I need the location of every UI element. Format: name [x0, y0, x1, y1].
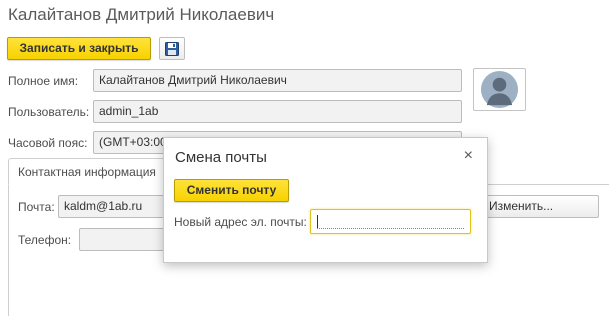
page-title: Калайтанов Дмитрий Николаевич	[8, 5, 275, 24]
user-silhouette-icon	[480, 70, 519, 109]
user-form-window: Калайтанов Дмитрий Николаевич Записать и…	[0, 0, 609, 316]
tab-contact-info[interactable]: Контактная информация	[8, 158, 168, 185]
user-field[interactable]: admin_1ab	[93, 100, 462, 123]
dialog-title: Смена почты	[175, 149, 267, 166]
avatar[interactable]	[473, 68, 526, 111]
full-name-label: Полное имя:	[8, 74, 79, 88]
phone-label: Телефон:	[18, 233, 72, 247]
full-name-field[interactable]: Калайтанов Дмитрий Николаевич	[93, 69, 462, 92]
panel-border	[8, 184, 9, 316]
new-email-label: Новый адрес эл. почты:	[174, 215, 307, 229]
save-button[interactable]	[159, 37, 185, 60]
timezone-label: Часовой пояс:	[8, 136, 88, 150]
phone-field[interactable]	[79, 228, 170, 251]
close-icon[interactable]: ×	[464, 147, 473, 165]
input-underline	[317, 228, 464, 229]
floppy-disk-icon	[165, 42, 179, 56]
save-and-close-button[interactable]: Записать и закрыть	[7, 37, 151, 60]
email-label: Почта:	[18, 200, 55, 214]
user-label: Пользователь:	[8, 105, 90, 119]
text-caret	[317, 215, 318, 229]
email-field[interactable]: kaldm@1ab.ru	[58, 195, 170, 218]
change-email-submit-button[interactable]: Сменить почту	[174, 179, 289, 202]
change-email-dialog: Смена почты × Сменить почту Новый адрес …	[163, 137, 488, 263]
change-email-button[interactable]: Изменить...	[482, 195, 599, 218]
new-email-input[interactable]	[310, 209, 471, 234]
